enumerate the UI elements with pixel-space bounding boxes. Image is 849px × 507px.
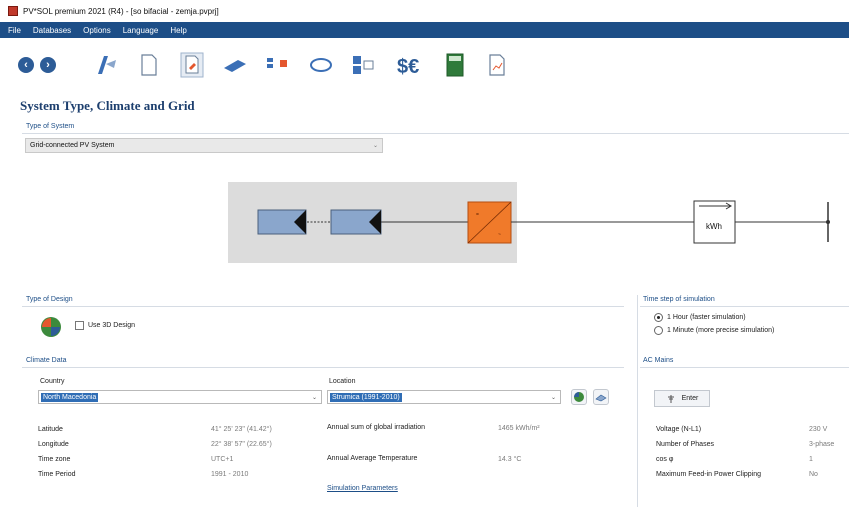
country-label: Country (40, 378, 65, 385)
divider (22, 306, 624, 307)
pv-modules-icon[interactable] (222, 52, 248, 78)
divider (22, 133, 849, 134)
system-type-icon[interactable] (180, 52, 204, 78)
location-value: Strumica (1991-2010) (330, 392, 402, 402)
time-period-label: Time Period (38, 471, 76, 478)
toolbar: ‹ › $€ (0, 38, 849, 92)
window-title: PV*SOL premium 2021 (R4) - [so bifacial … (23, 6, 219, 16)
document-icon[interactable] (138, 52, 160, 78)
phases-value: 3-phase (809, 441, 835, 448)
forward-icon[interactable]: › (40, 57, 56, 73)
phases-label: Number of Phases (656, 441, 714, 448)
feed-in-clipping-value: No (809, 471, 818, 478)
type-of-design-label: Type of Design (26, 296, 73, 303)
voltage-value: 230 V (809, 426, 828, 433)
country-value: North Macedonia (41, 392, 99, 402)
menu-language[interactable]: Language (123, 26, 159, 35)
app-window: PV*SOL premium 2021 (R4) - [so bifacial … (0, 0, 849, 507)
location-globe-button[interactable] (571, 389, 587, 405)
system-type-value: Grid-connected PV System (30, 142, 115, 149)
temperature-label: Annual Average Temperature (327, 455, 418, 462)
menu-databases[interactable]: Databases (33, 26, 71, 35)
plans-icon[interactable] (350, 52, 376, 78)
globe-icon (574, 392, 584, 402)
timestep-label: Time step of simulation (643, 296, 715, 303)
use-3d-design-label: Use 3D Design (88, 322, 136, 329)
divider (22, 367, 624, 368)
timezone-label: Time zone (38, 456, 71, 463)
longitude-label: Longitude (38, 441, 69, 448)
calculator-icon[interactable] (444, 52, 466, 78)
inverter-ac-symbol: ~ (498, 232, 501, 238)
menu-file[interactable]: File (8, 26, 21, 35)
climate-data-label: Climate Data (26, 357, 67, 364)
divider (640, 367, 849, 368)
3d-design-globe-icon (41, 317, 61, 337)
cos-phi-label: cos φ (656, 456, 674, 463)
time-period-value: 1991 - 2010 (211, 471, 249, 478)
type-of-system-label: Type of System (26, 123, 75, 130)
menu-options[interactable]: Options (83, 26, 111, 35)
feed-in-clipping-label: Maximum Feed-in Power Clipping (656, 471, 762, 478)
inverter-dc-symbol: = (476, 212, 479, 218)
simulation-parameters-link[interactable]: Simulation Parameters (327, 485, 398, 492)
report-icon[interactable] (486, 52, 508, 78)
timezone-value: UTC+1 (211, 456, 234, 463)
ac-mains-label: AC Mains (643, 357, 674, 364)
latitude-value: 41° 25' 23" (41.42°) (211, 426, 272, 433)
timestep-1m-radio[interactable] (654, 326, 663, 335)
latitude-label: Latitude (38, 426, 63, 433)
location-label: Location (329, 378, 356, 385)
location-map-button[interactable] (593, 389, 609, 405)
divider (640, 306, 849, 307)
chevron-down-icon: ⌄ (372, 143, 378, 149)
back-icon[interactable]: ‹ (18, 57, 34, 73)
system-type-select[interactable]: Grid-connected PV System ⌄ (25, 138, 383, 153)
enter-label: Enter (681, 395, 699, 402)
chevron-down-icon: ⌄ (550, 394, 556, 401)
cos-phi-value: 1 (809, 456, 813, 463)
grid-node (826, 220, 830, 224)
inverter-icon[interactable] (264, 52, 290, 78)
divider (637, 295, 638, 507)
project-data-icon[interactable] (94, 52, 120, 78)
voltage-label: Voltage (N-L1) (656, 426, 702, 433)
app-icon (8, 6, 18, 16)
grid-tower-icon (667, 394, 674, 403)
longitude-value: 22° 38' 57" (22.65°) (211, 441, 272, 448)
irradiation-label: Annual sum of global irradiation (327, 424, 426, 431)
country-select[interactable]: North Macedonia ⌄ (38, 390, 322, 404)
timestep-1h-radio[interactable] (654, 313, 663, 322)
map-icon (595, 394, 607, 402)
location-select[interactable]: Strumica (1991-2010) ⌄ (327, 390, 561, 404)
cables-icon[interactable] (308, 52, 334, 78)
chevron-down-icon: ⌄ (311, 394, 317, 401)
meter-label: kWh (706, 222, 722, 231)
ac-mains-enter-button[interactable]: Enter (654, 390, 710, 407)
menu-help[interactable]: Help (170, 26, 186, 35)
title-bar: PV*SOL premium 2021 (R4) - [so bifacial … (0, 0, 849, 22)
temperature-value: 14.3 °C (498, 456, 522, 463)
page-title: System Type, Climate and Grid (20, 98, 195, 113)
use-3d-design-checkbox[interactable] (75, 321, 84, 330)
menu-bar: File Databases Options Language Help (0, 22, 849, 38)
financial-analysis-icon[interactable]: $€ (396, 52, 426, 78)
svg-text:$€: $€ (397, 56, 419, 78)
timestep-1h-label: 1 Hour (faster simulation) (667, 314, 746, 321)
system-diagram: = ~ kWh (228, 182, 830, 263)
irradiation-value: 1465 kWh/m² (498, 425, 540, 432)
timestep-1m-label: 1 Minute (more precise simulation) (667, 327, 775, 334)
